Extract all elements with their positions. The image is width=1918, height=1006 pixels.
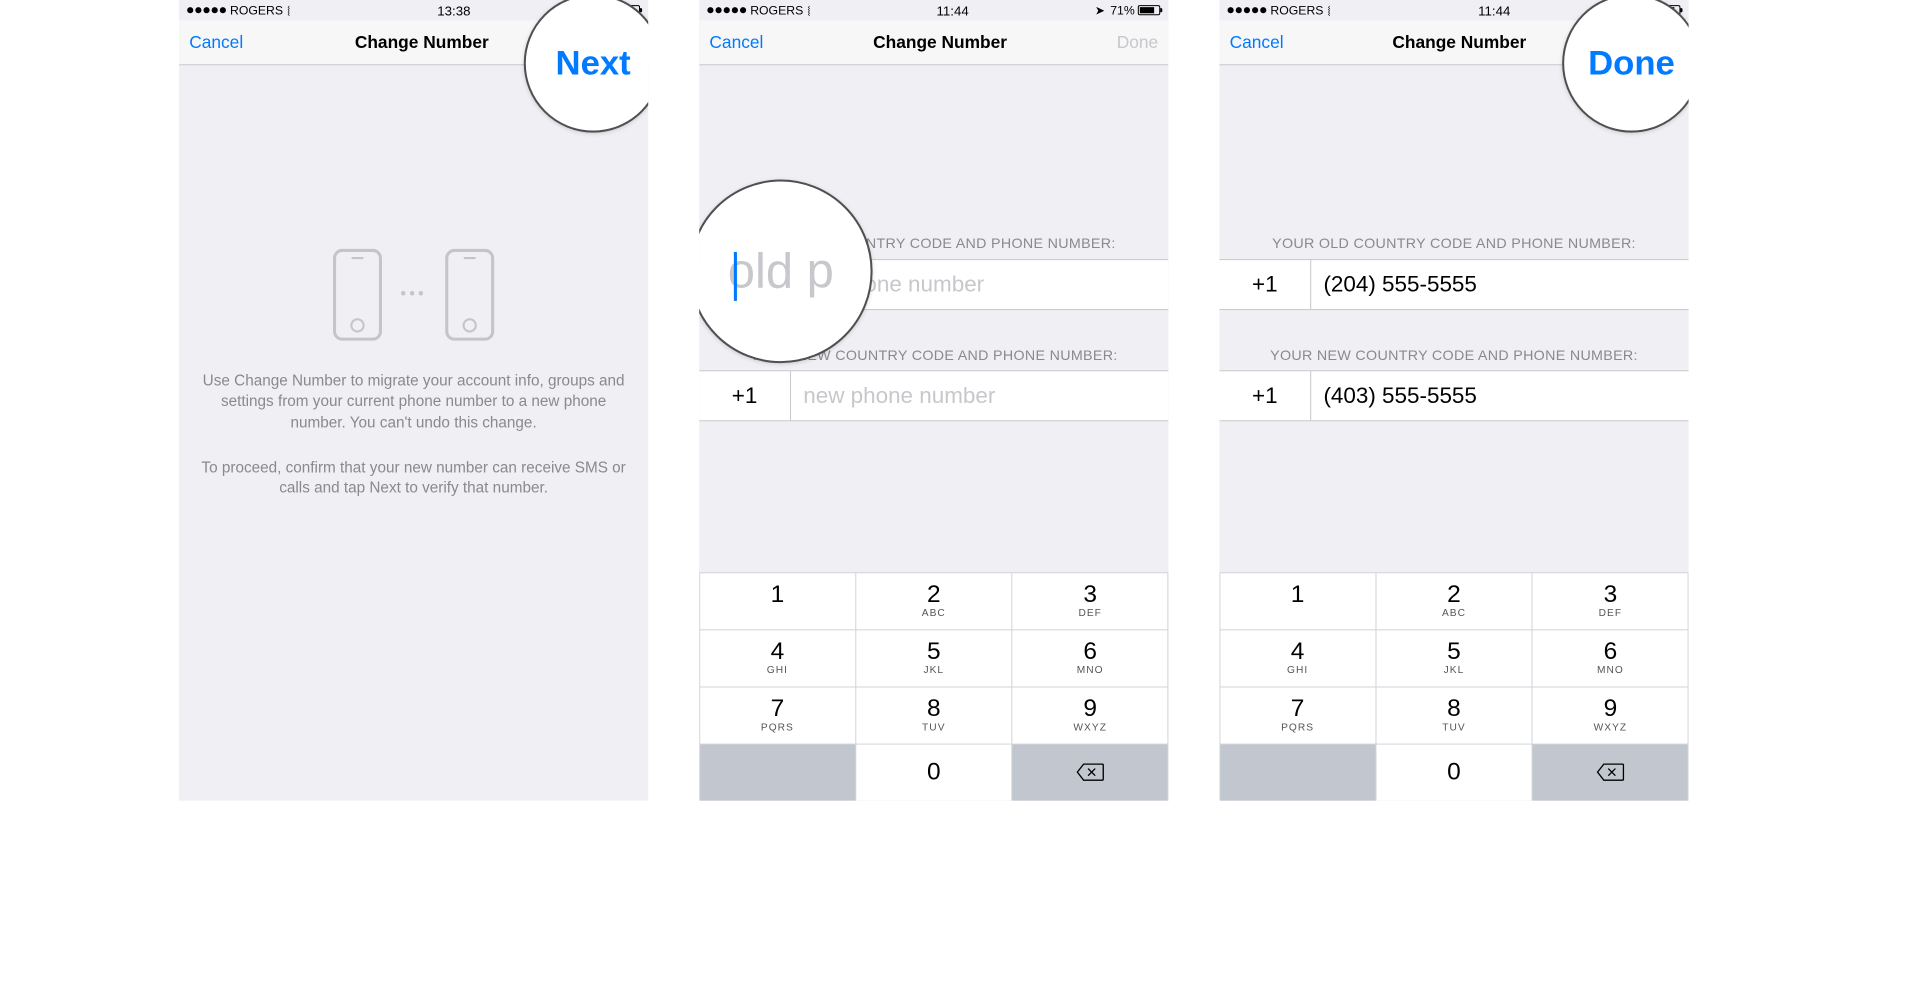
keypad-blank xyxy=(700,744,855,800)
signal-dots-icon xyxy=(707,7,746,13)
clock: 13:38 xyxy=(437,3,470,18)
wifi-icon: ⧙ xyxy=(287,2,290,19)
keypad-9[interactable]: 9WXYZ xyxy=(1012,687,1167,743)
carrier-label: ROGERS xyxy=(1270,3,1323,17)
new-phone-input[interactable]: new phone number xyxy=(791,371,1168,420)
intro-paragraph-1: Use Change Number to migrate your accoun… xyxy=(197,371,629,433)
keypad-delete[interactable] xyxy=(1533,744,1688,800)
screen-filled-numbers: ROGERS ⧙ 11:44 Cancel Change Number Done… xyxy=(1219,0,1688,801)
keypad-8[interactable]: 8TUV xyxy=(856,687,1011,743)
keypad-8[interactable]: 8TUV xyxy=(1376,687,1531,743)
next-zoom-label: Next xyxy=(556,43,631,83)
new-country-code-input[interactable]: +1 xyxy=(699,371,791,420)
screen-enter-numbers: ROGERS ⧙ 11:44 ➤ 71% Cancel Change Number… xyxy=(699,0,1168,801)
new-country-code-input[interactable]: +1 xyxy=(1219,371,1311,420)
dots-icon: ••• xyxy=(400,284,426,306)
keypad-0[interactable]: 0 xyxy=(856,744,1011,800)
keypad-6[interactable]: 6MNO xyxy=(1012,630,1167,686)
old-number-row: +1 (204) 555-5555 xyxy=(1219,259,1688,310)
keypad-delete[interactable] xyxy=(1012,744,1167,800)
keypad-4[interactable]: 4GHI xyxy=(1220,630,1375,686)
keypad-3[interactable]: 3DEF xyxy=(1012,573,1167,629)
keypad-4[interactable]: 4GHI xyxy=(700,630,855,686)
keypad-1[interactable]: 1 xyxy=(700,573,855,629)
phone-icon xyxy=(333,249,382,341)
clock: 11:44 xyxy=(1478,3,1510,18)
keypad-6[interactable]: 6MNO xyxy=(1533,630,1688,686)
signal-dots-icon xyxy=(187,7,226,13)
phone-icon xyxy=(445,249,494,341)
carrier-label: ROGERS xyxy=(230,3,283,17)
keypad-3[interactable]: 3DEF xyxy=(1533,573,1688,629)
keypad-7[interactable]: 7PQRS xyxy=(1220,687,1375,743)
carrier-label: ROGERS xyxy=(750,3,803,17)
new-number-row: +1 new phone number xyxy=(699,370,1168,421)
wifi-icon: ⧙ xyxy=(807,2,810,19)
intro-paragraph-2: To proceed, confirm that your new number… xyxy=(197,458,629,499)
nav-title: Change Number xyxy=(873,32,1007,52)
old-number-label: YOUR OLD COUNTRY CODE AND PHONE NUMBER: xyxy=(1219,235,1688,253)
battery-indicator: ➤ 71% xyxy=(1095,3,1160,17)
new-number-row: +1 (403) 555-5555 xyxy=(1219,370,1688,421)
keypad-1[interactable]: 1 xyxy=(1220,573,1375,629)
status-bar: ROGERS ⧙ 11:44 ➤ 71% xyxy=(699,0,1168,20)
numeric-keypad: 1 2ABC 3DEF 4GHI 5JKL 6MNO 7PQRS 8TUV 9W… xyxy=(1219,572,1688,800)
nav-title: Change Number xyxy=(1392,32,1526,52)
keypad-9[interactable]: 9WXYZ xyxy=(1533,687,1688,743)
text-cursor-icon xyxy=(734,251,737,300)
old-country-code-input[interactable]: +1 xyxy=(1219,260,1311,309)
keypad-5[interactable]: 5JKL xyxy=(856,630,1011,686)
input-zoom-text: old p xyxy=(728,243,834,299)
keypad-2[interactable]: 2ABC xyxy=(856,573,1011,629)
cancel-button[interactable]: Cancel xyxy=(189,32,243,52)
nav-title: Change Number xyxy=(355,32,489,52)
numeric-keypad: 1 2ABC 3DEF 4GHI 5JKL 6MNO 7PQRS 8TUV 9W… xyxy=(699,572,1168,800)
cancel-button[interactable]: Cancel xyxy=(709,32,763,52)
keypad-blank xyxy=(1220,744,1375,800)
keypad-2[interactable]: 2ABC xyxy=(1376,573,1531,629)
new-number-label: YOUR NEW COUNTRY CODE AND PHONE NUMBER: xyxy=(1219,346,1688,364)
location-icon: ➤ xyxy=(1095,3,1105,17)
cancel-button[interactable]: Cancel xyxy=(1230,32,1284,52)
done-button-disabled: Done xyxy=(1117,32,1158,52)
backspace-icon xyxy=(1596,762,1625,782)
keypad-0[interactable]: 0 xyxy=(1376,744,1531,800)
old-phone-input[interactable]: (204) 555-5555 xyxy=(1311,260,1688,309)
wifi-icon: ⧙ xyxy=(1328,2,1331,19)
new-phone-input[interactable]: (403) 555-5555 xyxy=(1311,371,1688,420)
done-zoom-label: Done xyxy=(1588,43,1675,83)
signal-dots-icon xyxy=(1228,7,1267,13)
keypad-7[interactable]: 7PQRS xyxy=(700,687,855,743)
screen-intro: ROGERS ⧙ 13:38 Cancel Change Number Next… xyxy=(179,0,648,801)
clock: 11:44 xyxy=(936,3,968,18)
backspace-icon xyxy=(1076,762,1105,782)
battery-percent: 71% xyxy=(1110,3,1135,17)
nav-bar: Cancel Change Number Done xyxy=(699,20,1168,65)
keypad-5[interactable]: 5JKL xyxy=(1376,630,1531,686)
transfer-illustration: ••• xyxy=(197,249,629,341)
